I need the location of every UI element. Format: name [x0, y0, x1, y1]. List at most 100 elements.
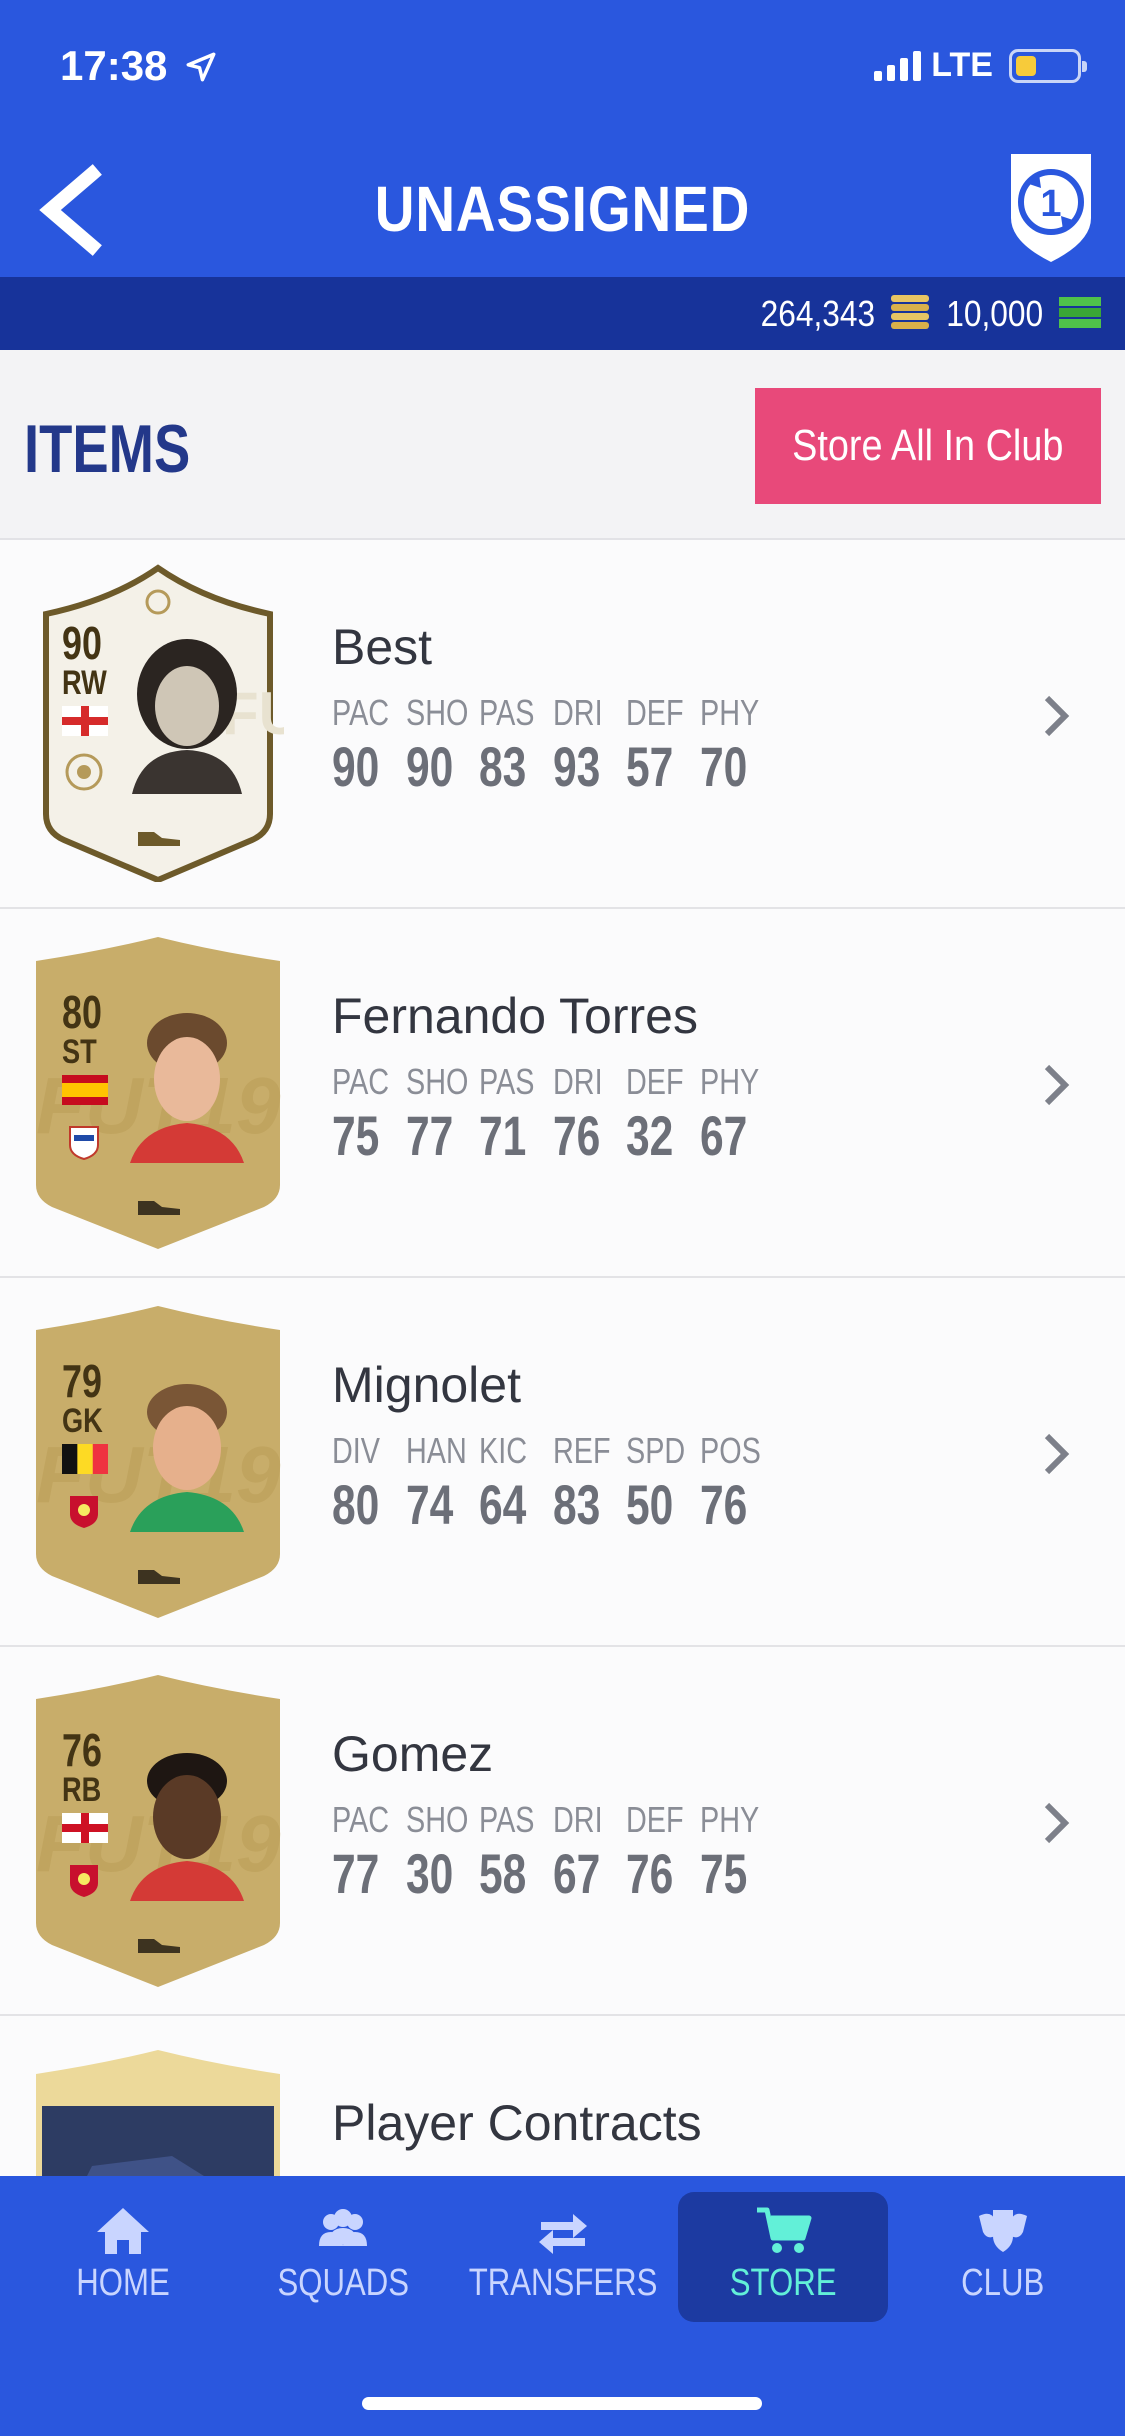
stat: SHO 30	[406, 1799, 480, 1906]
contract-item-name: Player Contracts	[332, 2095, 702, 2151]
transfers-icon	[539, 2214, 587, 2254]
spain-flag-icon	[62, 1075, 108, 1105]
stat: DIV 80	[332, 1430, 406, 1537]
store-all-label: Store All In Club	[792, 421, 1064, 470]
stat-label: PAS	[479, 692, 535, 733]
player-item-row[interactable]: FUT19 80 ST Fernando Torres PAC 75 SHO 7…	[0, 909, 1125, 1278]
nav-bar: UNASSIGNED 1	[0, 132, 1125, 277]
stat: PHY 70	[700, 692, 774, 799]
stat-label: SPD	[626, 1430, 686, 1471]
england-flag-icon	[62, 1813, 108, 1843]
liverpool-badge-icon	[70, 1865, 98, 1897]
stat: DEF 57	[626, 692, 700, 799]
stat-value: 67	[552, 1842, 600, 1905]
stat-label: REF	[552, 1430, 611, 1471]
battery-icon	[1009, 48, 1087, 83]
stat-label: DRI	[552, 692, 603, 733]
chevron-right-icon[interactable]	[1039, 1059, 1073, 1111]
home-indicator	[362, 2397, 762, 2410]
card-position: RB	[62, 1771, 102, 1809]
sbc-shield-button[interactable]: 1	[999, 144, 1103, 266]
stat-label: DEF	[626, 1061, 684, 1102]
stat-label: PAC	[332, 692, 390, 733]
tab-home[interactable]: HOME	[18, 2192, 228, 2322]
stat-value: 77	[405, 1104, 453, 1167]
stat: DEF 32	[626, 1061, 700, 1168]
contract-item-row[interactable]: Player Contracts	[0, 2016, 1125, 2176]
card-position: RW	[62, 664, 107, 702]
currency-bar: 264,343 10,000	[0, 277, 1125, 350]
item-list: FUT 90 RW Best PAC90	[0, 540, 1125, 2016]
network-type: LTE	[931, 46, 993, 84]
stat-label: HAN	[405, 1430, 467, 1471]
stat-value: 71	[479, 1104, 527, 1167]
tab-store[interactable]: STORE	[678, 2192, 888, 2322]
stat: DRI 67	[553, 1799, 627, 1906]
stat-label: PAC	[332, 1061, 390, 1102]
chevron-right-icon[interactable]	[1039, 690, 1073, 742]
stat-label: DRI	[552, 1061, 603, 1102]
stat-label: POS	[699, 1430, 761, 1471]
liverpool-badge-icon	[70, 1496, 98, 1528]
stat: DEF 76	[626, 1799, 700, 1906]
player-name: Mignolet	[332, 1357, 521, 1413]
stat-value: 83	[552, 1473, 600, 1536]
signal-icon	[874, 50, 922, 81]
stat: PAC 90	[332, 692, 406, 799]
player-item-row[interactable]: FUT 90 RW Best PAC90	[0, 540, 1125, 909]
stat-label: DEF	[626, 1799, 684, 1840]
status-time: 17:38	[60, 42, 168, 89]
store-all-in-club-button[interactable]: Store All In Club	[755, 388, 1101, 504]
stat-value: 77	[332, 1842, 380, 1905]
card-position: ST	[62, 1033, 97, 1071]
card-rating: 76	[62, 1724, 102, 1776]
tab-club[interactable]: CLUB	[898, 2192, 1108, 2322]
tab-squads[interactable]: SQUADS	[238, 2192, 448, 2322]
player-name: Best	[332, 619, 433, 675]
tab-label: SQUADS	[277, 2262, 409, 2304]
club-icon	[979, 2210, 1027, 2252]
stat-label: SHO	[405, 1061, 468, 1102]
stat-value: 76	[626, 1842, 674, 1905]
svg-text:1: 1	[1040, 183, 1061, 225]
card-rating: 90	[62, 617, 102, 669]
stat: POS 76	[700, 1430, 774, 1537]
stat-value: 83	[479, 735, 527, 798]
stat-label: DEF	[626, 692, 684, 733]
tab-label: TRANSFERS	[468, 2262, 658, 2304]
tab-label: STORE	[729, 2262, 837, 2304]
icon-badge-icon	[65, 753, 103, 791]
stat-label: PAC	[332, 1799, 390, 1840]
stat-value: 32	[626, 1104, 674, 1167]
items-header: ITEMS Store All In Club	[0, 350, 1125, 540]
chevron-right-icon[interactable]	[1039, 1797, 1073, 1849]
stat: PAS 71	[479, 1061, 553, 1168]
player-item-row[interactable]: FUT19 76 RB Gomez PAC 77 SHO 30 PAS 58 D…	[0, 1647, 1125, 2016]
stat: HAN 74	[406, 1430, 480, 1537]
card-rating: 79	[62, 1355, 102, 1407]
player-name: Fernando Torres	[332, 988, 698, 1044]
boot-icon	[138, 1201, 180, 1215]
stat-value: 80	[332, 1473, 380, 1536]
stat: PAS 58	[479, 1799, 553, 1906]
stat: PAS 83	[479, 692, 553, 799]
stat-value: 93	[552, 735, 600, 798]
card-position: GK	[62, 1402, 103, 1440]
stat-label: PAS	[479, 1799, 535, 1840]
player-name: Gomez	[332, 1726, 494, 1782]
player-item-row[interactable]: FUT19 79 GK Mignolet DIV 80 HAN 74 KIC 6…	[0, 1278, 1125, 1647]
stat-label: PHY	[699, 1061, 759, 1102]
stat-value: 76	[699, 1473, 747, 1536]
boot-icon	[138, 1939, 180, 1953]
tab-transfers[interactable]: TRANSFERS	[458, 2192, 668, 2322]
stat: DRI 93	[553, 692, 627, 799]
player-portrait	[130, 1013, 244, 1163]
player-card: FUT 90 RW	[32, 564, 284, 882]
player-card: FUT19 79 GK	[32, 1302, 284, 1620]
stat-value: 75	[332, 1104, 380, 1167]
stat-value: 57	[626, 735, 674, 798]
stat-value: 76	[552, 1104, 600, 1167]
chevron-right-icon[interactable]	[1039, 1428, 1073, 1480]
location-arrow-icon	[186, 52, 216, 82]
player-portrait	[130, 1384, 244, 1532]
